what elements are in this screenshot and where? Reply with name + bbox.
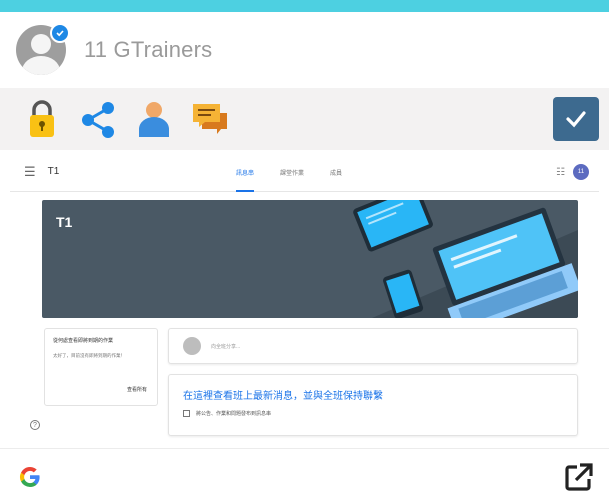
- banner-class-title: T1: [56, 214, 73, 230]
- toolbar: [0, 88, 609, 150]
- verified-check-icon: [50, 23, 70, 43]
- banner-illustration: [353, 200, 578, 318]
- stream-info-card: 在這裡查看班上最新消息，並與全班保持聯繫 將公告、作業和問題發布到訊息串: [168, 374, 578, 436]
- lock-icon[interactable]: [22, 99, 62, 139]
- header: 11 GTrainers: [0, 12, 609, 88]
- upcoming-title: 從何處查看即將到期的作業: [53, 338, 114, 344]
- upcoming-card: 從何處查看即將到期的作業 太好了，目前沒有即將到期的作業！ 查看所有: [44, 328, 158, 406]
- apps-grid-icon[interactable]: ☷: [556, 167, 565, 178]
- stream-info-sub: 將公告、作業和問題發布到訊息串: [183, 410, 563, 417]
- nav-tabs: 訊息串 課堂作業 成員: [236, 152, 368, 192]
- share-icon[interactable]: [78, 99, 118, 139]
- tab-stream[interactable]: 訊息串: [236, 152, 255, 192]
- class-name: T1: [47, 166, 60, 177]
- chat-icon[interactable]: [190, 99, 230, 139]
- menu-icon[interactable]: ☰: [24, 164, 36, 180]
- google-logo: [18, 465, 42, 495]
- class-banner: T1: [42, 200, 578, 318]
- share-post-box[interactable]: 向全班分享...: [168, 328, 578, 364]
- widget-frame: 11 GTrainers ☰ T1 訊息串 課堂作業 成員 ☷ 11 T1 從何…: [0, 0, 609, 504]
- poster-avatar: [183, 337, 201, 355]
- person-icon[interactable]: [134, 99, 174, 139]
- upcoming-body: 太好了，目前沒有即將到期的作業！: [53, 353, 125, 358]
- nav-right: ☷ 11: [556, 164, 589, 180]
- classroom-nav: ☰ T1 訊息串 課堂作業 成員 ☷ 11: [10, 152, 599, 192]
- user-avatar[interactable]: 11: [573, 164, 589, 180]
- tab-classwork[interactable]: 課堂作業: [280, 152, 304, 192]
- help-icon[interactable]: ?: [30, 420, 40, 430]
- stream-info-title: 在這裡查看班上最新消息，並與全班保持聯繫: [183, 391, 383, 402]
- classroom-embed: ☰ T1 訊息串 課堂作業 成員 ☷ 11 T1 從何處查看即將到期的作業 太好…: [10, 152, 599, 448]
- tab-people[interactable]: 成員: [330, 152, 342, 192]
- post-icon: [183, 410, 190, 417]
- group-title: 11 GTrainers: [84, 37, 213, 62]
- account-avatar[interactable]: [16, 23, 70, 75]
- post-placeholder: 向全班分享...: [211, 343, 241, 350]
- stream-info-text: 將公告、作業和問題發布到訊息串: [196, 411, 272, 417]
- confirm-button[interactable]: [553, 97, 599, 141]
- check-icon: [566, 111, 586, 128]
- view-all-link[interactable]: 查看所有: [127, 386, 147, 393]
- top-accent-bar: [0, 0, 609, 12]
- open-external-icon[interactable]: [563, 461, 595, 493]
- footer: [0, 448, 609, 504]
